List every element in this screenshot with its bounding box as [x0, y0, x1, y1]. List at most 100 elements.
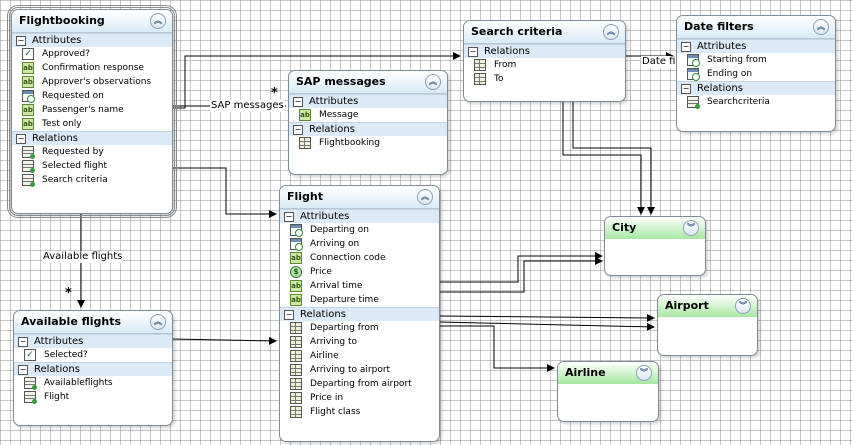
attribute-row[interactable]: ab Arrival time [280, 279, 439, 293]
table-relation-icon [290, 350, 302, 362]
attribute-name: Requested on [42, 91, 104, 101]
entity-header[interactable]: Available flights ︽ [14, 311, 172, 334]
attribute-row[interactable]: $ Price [280, 265, 439, 279]
entity-available-flights[interactable]: Available flights ︽ − Attributes ✓ Selecte… [13, 310, 173, 426]
entity-header[interactable]: Airline ︾ [558, 362, 658, 384]
relations-section-header[interactable]: − Relations [464, 44, 625, 58]
attribute-row[interactable]: Ending on [677, 67, 835, 81]
attribute-name: Approved? [42, 49, 90, 59]
collapse-icon[interactable]: ︽ [425, 74, 441, 90]
relation-row[interactable]: Selected flight [12, 159, 172, 173]
date-icon [687, 68, 700, 81]
relation-row[interactable]: Arriving to airport [280, 363, 439, 377]
attributes-section-header[interactable]: − Attributes [12, 33, 172, 47]
attributes-section-header[interactable]: − Attributes [14, 334, 172, 348]
entity-sap-messages[interactable]: SAP messages ︽ − Attributes ab Message − Re… [288, 70, 448, 175]
entity-header[interactable]: Flightbooking ︽ [12, 10, 172, 33]
date-icon [290, 224, 303, 237]
relation-row[interactable]: Flight [14, 390, 172, 404]
entity-city[interactable]: City ︾ [604, 216, 706, 276]
collapse-toggle-icon[interactable]: − [681, 84, 691, 94]
attribute-row[interactable]: ab Passenger's name [12, 103, 172, 117]
connector-flight-airport-arriving [438, 313, 655, 322]
entity-date-filters[interactable]: Date filters ︽ − Attributes Starting from… [676, 15, 836, 132]
relation-row[interactable]: Availableflights [14, 376, 172, 390]
entity-flightbooking[interactable]: Flightbooking ︽ − Attributes ✓ Approved? a… [7, 5, 177, 218]
relation-name: Departing from [310, 323, 379, 333]
relation-row[interactable]: Searchcriteria [677, 95, 835, 109]
collapse-toggle-icon[interactable]: − [468, 47, 478, 57]
attribute-row[interactable]: ab Test only [12, 117, 172, 131]
relation-row[interactable]: Requested by [12, 145, 172, 159]
entity-search-criteria[interactable]: Search criteria ︽ − Relations From To [463, 20, 626, 102]
attribute-row[interactable]: ✓ Selected? [14, 348, 172, 362]
collapse-toggle-icon[interactable]: − [18, 337, 28, 347]
relation-row[interactable]: Search criteria [12, 173, 172, 187]
attribute-name: Price [310, 267, 332, 277]
relation-name: Flight [44, 392, 70, 402]
entity-header[interactable]: SAP messages ︽ [289, 71, 447, 94]
relation-row[interactable]: Departing from [280, 321, 439, 335]
relation-row[interactable]: From [464, 58, 625, 72]
expand-icon[interactable]: ︾ [735, 298, 751, 314]
collapse-toggle-icon[interactable]: − [284, 212, 294, 222]
attribute-row[interactable]: Arriving on [280, 237, 439, 251]
collapse-icon[interactable]: ︽ [150, 13, 166, 29]
entity-header[interactable]: City ︾ [605, 217, 705, 239]
attribute-row[interactable]: ab Confirmation response [12, 61, 172, 75]
relation-row[interactable]: Departing from airport [280, 377, 439, 391]
attribute-row[interactable]: ab Departure time [280, 293, 439, 307]
attribute-row[interactable]: Requested on [12, 89, 172, 103]
entity-title: Airport [665, 299, 709, 312]
entity-title: Flightbooking [19, 14, 105, 27]
date-icon [687, 54, 700, 67]
relations-section-header[interactable]: − Relations [280, 307, 439, 321]
collapse-icon[interactable]: ︽ [417, 189, 433, 205]
diagram-canvas[interactable]: SAP messages Date filters Available flig… [0, 0, 852, 445]
entity-airport[interactable]: Airport ︾ [657, 294, 758, 356]
expand-icon[interactable]: ︾ [683, 220, 699, 236]
expand-icon[interactable]: ︾ [636, 365, 652, 381]
entity-airline[interactable]: Airline ︾ [557, 361, 659, 422]
entity-header[interactable]: Airport ︾ [658, 295, 757, 317]
relations-section-header[interactable]: − Relations [289, 122, 447, 136]
collapse-toggle-icon[interactable]: − [681, 42, 691, 52]
entity-title: City [612, 221, 637, 234]
attribute-row[interactable]: ab Message [289, 108, 447, 122]
entity-header[interactable]: Flight ︽ [280, 186, 439, 209]
relation-row[interactable]: Arriving to [280, 335, 439, 349]
attribute-row[interactable]: Starting from [677, 53, 835, 67]
attribute-row[interactable]: Departing on [280, 223, 439, 237]
relation-name: Arriving to airport [310, 365, 391, 375]
entity-flight[interactable]: Flight ︽ − Attributes Departing on Arrivi… [279, 185, 440, 442]
collapse-icon[interactable]: ︽ [813, 19, 829, 35]
attributes-section-header[interactable]: − Attributes [289, 94, 447, 108]
relation-row[interactable]: To [464, 72, 625, 86]
attribute-row[interactable]: ab Connection code [280, 251, 439, 265]
relation-row[interactable]: Flightbooking [289, 136, 447, 150]
relation-row[interactable]: Price in [280, 391, 439, 405]
collapse-icon[interactable]: ︽ [603, 24, 619, 40]
collapse-icon[interactable]: ︽ [150, 314, 166, 330]
attribute-row[interactable]: ✓ Approved? [12, 47, 172, 61]
relations-section-header[interactable]: − Relations [14, 362, 172, 376]
relation-row[interactable]: Airline [280, 349, 439, 363]
collapse-toggle-icon[interactable]: − [16, 134, 26, 144]
attributes-section-header[interactable]: − Attributes [677, 39, 835, 53]
relations-section-header[interactable]: − Relations [677, 81, 835, 95]
collapse-toggle-icon[interactable]: − [293, 125, 303, 135]
list-relation-icon [22, 174, 35, 187]
relation-row[interactable]: Flight class [280, 405, 439, 419]
entity-header[interactable]: Date filters ︽ [677, 16, 835, 39]
relations-section-header[interactable]: − Relations [12, 131, 172, 145]
entity-header[interactable]: Search criteria ︽ [464, 21, 625, 44]
collapse-toggle-icon[interactable]: − [18, 365, 28, 375]
table-relation-icon [290, 378, 302, 390]
attribute-row[interactable]: ab Approver's observations [12, 75, 172, 89]
section-label: Attributes [300, 211, 350, 222]
collapse-toggle-icon[interactable]: − [284, 310, 294, 320]
attribute-name: Starting from [707, 55, 767, 65]
collapse-toggle-icon[interactable]: − [293, 97, 303, 107]
attributes-section-header[interactable]: − Attributes [280, 209, 439, 223]
collapse-toggle-icon[interactable]: − [16, 36, 26, 46]
